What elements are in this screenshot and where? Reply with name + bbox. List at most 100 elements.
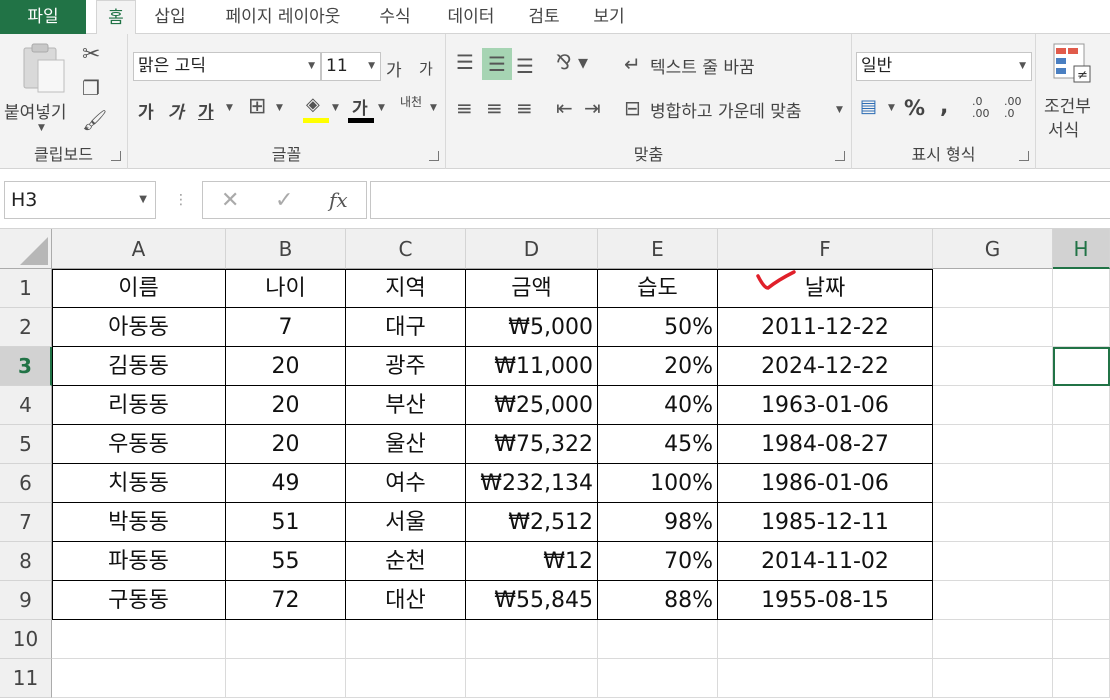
cell-d2[interactable]: ₩5,000 xyxy=(466,308,598,347)
decrease-indent-icon[interactable]: ⇤ xyxy=(556,98,573,118)
tab-review[interactable]: 검토 xyxy=(524,0,564,34)
cut-icon[interactable]: ✂ xyxy=(82,44,100,66)
cell-h4[interactable] xyxy=(1053,386,1110,425)
cell-c9[interactable]: 대산 xyxy=(346,581,466,620)
cell-a10[interactable] xyxy=(52,620,226,659)
cell-g1[interactable] xyxy=(933,269,1053,308)
cell-a2[interactable]: 아동동 xyxy=(52,308,226,347)
cell-d7[interactable]: ₩2,512 xyxy=(466,503,598,542)
cell-e1[interactable]: 습도 xyxy=(598,269,718,308)
cell-a3[interactable]: 김동동 xyxy=(52,347,226,386)
cell-d4[interactable]: ₩25,000 xyxy=(466,386,598,425)
cell-g8[interactable] xyxy=(933,542,1053,581)
tab-home[interactable]: 홈 xyxy=(96,0,136,35)
row-header-9[interactable]: 9 xyxy=(0,581,52,620)
orientation-icon[interactable]: ⅋ ▾ xyxy=(556,52,588,72)
cell-d6[interactable]: ₩232,134 xyxy=(466,464,598,503)
cell-e8[interactable]: 70% xyxy=(598,542,718,581)
fill-color-button[interactable]: ◈ xyxy=(303,94,329,124)
dialog-launcher-icon[interactable] xyxy=(111,151,121,161)
name-box[interactable]: H3 ▼ xyxy=(4,181,156,219)
percent-button[interactable]: % xyxy=(904,96,925,120)
row-header-8[interactable]: 8 xyxy=(0,542,52,581)
row-header-1[interactable]: 1 xyxy=(0,269,52,308)
cell-a11[interactable] xyxy=(52,659,226,698)
cell-h9[interactable] xyxy=(1053,581,1110,620)
cell-e7[interactable]: 98% xyxy=(598,503,718,542)
cell-b11[interactable] xyxy=(226,659,346,698)
font-name-combo[interactable]: 맑은 고딕 ▼ xyxy=(133,52,321,81)
cell-c11[interactable] xyxy=(346,659,466,698)
cell-e3[interactable]: 20% xyxy=(598,347,718,386)
cell-h1[interactable] xyxy=(1053,269,1110,308)
row-header-6[interactable]: 6 xyxy=(0,464,52,503)
row-header-11[interactable]: 11 xyxy=(0,659,52,698)
cell-b9[interactable]: 72 xyxy=(226,581,346,620)
cell-c4[interactable]: 부산 xyxy=(346,386,466,425)
cell-d3[interactable]: ₩11,000 xyxy=(466,347,598,386)
cell-g11[interactable] xyxy=(933,659,1053,698)
cell-g6[interactable] xyxy=(933,464,1053,503)
cell-d5[interactable]: ₩75,322 xyxy=(466,425,598,464)
cell-c1[interactable]: 지역 xyxy=(346,269,466,308)
align-left-icon[interactable]: ≡ xyxy=(456,98,473,118)
cell-a4[interactable]: 리동동 xyxy=(52,386,226,425)
active-cell-h3[interactable] xyxy=(1053,347,1110,386)
cell-c10[interactable] xyxy=(346,620,466,659)
cell-a7[interactable]: 박동동 xyxy=(52,503,226,542)
increase-decimal-button[interactable]: .0 .00 xyxy=(972,96,990,120)
cell-b8[interactable]: 55 xyxy=(226,542,346,581)
cell-e5[interactable]: 45% xyxy=(598,425,718,464)
copy-icon[interactable]: ❐ xyxy=(82,78,100,98)
cell-f5[interactable]: 1984-08-27 xyxy=(718,425,933,464)
more-options-icon[interactable]: ⋮ xyxy=(174,193,188,207)
cell-f10[interactable] xyxy=(718,620,933,659)
align-bottom-icon[interactable]: ☰ xyxy=(516,56,534,76)
cell-h6[interactable] xyxy=(1053,464,1110,503)
decrease-decimal-button[interactable]: .00 .0 xyxy=(1004,96,1022,120)
dialog-launcher-icon[interactable] xyxy=(835,151,845,161)
tab-insert[interactable]: 삽입 xyxy=(150,0,190,34)
increase-indent-icon[interactable]: ⇥ xyxy=(584,98,601,118)
font-color-button[interactable]: 가 xyxy=(348,94,374,124)
tab-file[interactable]: 파일 xyxy=(0,0,86,34)
dialog-launcher-icon[interactable] xyxy=(1019,151,1029,161)
column-header-b[interactable]: B xyxy=(226,229,346,269)
cell-g4[interactable] xyxy=(933,386,1053,425)
cell-c3[interactable]: 광주 xyxy=(346,347,466,386)
format-painter-icon[interactable]: 🖌 xyxy=(82,110,107,130)
cell-f3[interactable]: 2024-12-22 xyxy=(718,347,933,386)
cell-h10[interactable] xyxy=(1053,620,1110,659)
dialog-launcher-icon[interactable] xyxy=(429,151,439,161)
cell-a5[interactable]: 우동동 xyxy=(52,425,226,464)
cell-b1[interactable]: 나이 xyxy=(226,269,346,308)
row-header-7[interactable]: 7 xyxy=(0,503,52,542)
italic-button[interactable]: 가 xyxy=(168,98,184,123)
number-format-combo[interactable]: 일반 ▼ xyxy=(856,52,1032,81)
row-header-3[interactable]: 3 xyxy=(0,347,52,386)
cell-b2[interactable]: 7 xyxy=(226,308,346,347)
cell-c7[interactable]: 서울 xyxy=(346,503,466,542)
tab-view[interactable]: 보기 xyxy=(589,0,629,34)
cell-g9[interactable] xyxy=(933,581,1053,620)
row-header-4[interactable]: 4 xyxy=(0,386,52,425)
cell-g7[interactable] xyxy=(933,503,1053,542)
align-right-icon[interactable]: ≡ xyxy=(516,98,533,118)
border-icon[interactable]: ⊞ xyxy=(248,96,266,118)
cell-f4[interactable]: 1963-01-06 xyxy=(718,386,933,425)
grow-font-button[interactable]: 가 xyxy=(386,56,402,81)
bold-button[interactable]: 가 xyxy=(138,98,154,123)
column-header-g[interactable]: G xyxy=(933,229,1053,269)
column-header-c[interactable]: C xyxy=(346,229,466,269)
cell-b7[interactable]: 51 xyxy=(226,503,346,542)
formula-input[interactable] xyxy=(370,181,1110,219)
cell-e10[interactable] xyxy=(598,620,718,659)
cell-f11[interactable] xyxy=(718,659,933,698)
cell-d11[interactable] xyxy=(466,659,598,698)
cell-h8[interactable] xyxy=(1053,542,1110,581)
cell-b3[interactable]: 20 xyxy=(226,347,346,386)
cell-d8[interactable]: ₩12 xyxy=(466,542,598,581)
cell-d10[interactable] xyxy=(466,620,598,659)
cell-e4[interactable]: 40% xyxy=(598,386,718,425)
row-header-10[interactable]: 10 xyxy=(0,620,52,659)
